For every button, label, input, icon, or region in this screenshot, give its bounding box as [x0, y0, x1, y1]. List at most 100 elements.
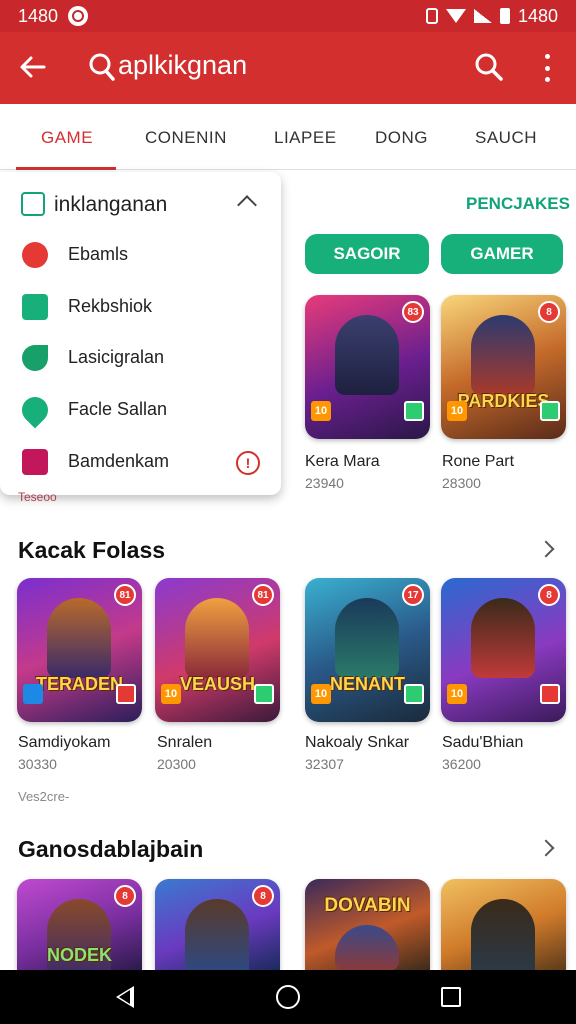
game-level-badge: 10: [311, 684, 331, 704]
game-title[interactable]: Nakoaly Snkar: [305, 734, 409, 752]
game-title[interactable]: Kera Mara: [305, 453, 380, 471]
game-title[interactable]: Sadu'Bhian: [442, 734, 523, 752]
system-nav-bar: [0, 970, 576, 1024]
game-level-badge: 10: [311, 401, 331, 421]
game-character-art: [471, 598, 535, 678]
dropdown-item-label: Bamdenkam: [68, 451, 170, 471]
game-card[interactable]: NODEK 8: [17, 879, 142, 971]
game-card[interactable]: VEAUSH 81 10: [155, 578, 280, 722]
game-corner-badge: 8: [538, 584, 560, 606]
dropdown-item-label: Lasicigralan: [68, 347, 165, 367]
game-subtext: 23940: [305, 475, 344, 491]
game-title[interactable]: Rone Part: [442, 453, 514, 471]
filter-pill-sagoir[interactable]: SAGOIR: [305, 234, 429, 274]
tab-bar: GAME CONENIN LIAPEE DONG SAUCH: [0, 104, 576, 170]
game-character-art: [47, 598, 111, 678]
game-banner-text: DOVABIN: [324, 895, 411, 916]
game-character-art: [185, 899, 249, 971]
game-corner-badge: 8: [114, 885, 136, 907]
game-title[interactable]: Snralen: [157, 734, 212, 752]
game-corner-badge: 83: [402, 301, 424, 323]
vibrate-icon: [425, 8, 438, 24]
battery-icon: [499, 8, 510, 24]
tab-dong[interactable]: DONG: [375, 128, 428, 148]
game-corner-badge: 8: [252, 885, 274, 907]
leaf-icon: [22, 345, 48, 371]
game-card[interactable]: TERADEN 81: [17, 578, 142, 722]
dropdown-item[interactable]: Facle Sallan: [0, 387, 281, 433]
status-bar: 1480 1480: [0, 0, 576, 32]
game-corner-badge: 81: [252, 584, 274, 606]
search-icon: [89, 53, 115, 81]
game-level-badge: 10: [161, 684, 181, 704]
tab-liapee[interactable]: LIAPEE: [274, 128, 337, 148]
game-card[interactable]: 8 10: [441, 578, 566, 722]
dropdown-item[interactable]: Lasicigralan: [0, 335, 281, 381]
tab-game[interactable]: GAME: [41, 128, 93, 148]
game-subtext: 36200: [442, 756, 481, 772]
game-character-art: [471, 315, 535, 395]
game-title[interactable]: Samdiyokam: [18, 734, 110, 752]
location-icon: [16, 391, 54, 429]
dropdown-item[interactable]: Ebamls: [0, 232, 281, 278]
game-card[interactable]: DOVABIN: [305, 879, 430, 971]
game-character-art: [335, 598, 399, 678]
search-query-title[interactable]: aplkikgnan: [118, 50, 247, 81]
see-more-link[interactable]: PENCJAKES: [466, 194, 570, 214]
more-options-icon[interactable]: [538, 54, 556, 82]
ribbon-icon: [22, 449, 48, 475]
game-corner-badge: 81: [114, 584, 136, 606]
search-action-icon[interactable]: [474, 52, 504, 82]
game-card[interactable]: PARDKIES 8 10: [441, 295, 566, 439]
game-subtext: 20300: [157, 756, 196, 772]
installed-check-icon: [404, 401, 424, 421]
game-banner-text: NODEK: [46, 945, 112, 965]
signal-icon: [473, 9, 492, 23]
alert-icon[interactable]: !: [236, 451, 260, 475]
game-corner-badge: 8: [538, 301, 560, 323]
dropdown-item-label: Facle Sallan: [68, 399, 168, 419]
game-character-art: [185, 598, 249, 678]
game-level-badge: 10: [447, 684, 467, 704]
bug-icon: [22, 242, 48, 268]
notification-app-icon: [68, 6, 89, 26]
game-subtext: 28300: [442, 475, 481, 491]
game-card[interactable]: 83 10: [305, 295, 430, 439]
category-chat-icon: [21, 192, 45, 216]
game-card[interactable]: [441, 879, 566, 971]
app-bar: aplkikgnan: [0, 32, 576, 104]
game-level-badge: 10: [447, 401, 467, 421]
game-character-art: [335, 315, 399, 395]
nav-home-icon[interactable]: [276, 985, 300, 1009]
section-footnote: Ves2cre-: [18, 789, 70, 804]
tab-conenin[interactable]: CONENIN: [145, 128, 227, 148]
dropdown-item[interactable]: Bamdenkam !: [0, 439, 281, 485]
game-subtext: 32307: [305, 756, 344, 772]
section-title: Ganosdablajbain: [18, 836, 204, 862]
game-status-icon: [116, 684, 136, 704]
game-corner-badge: 17: [402, 584, 424, 606]
game-status-icon: [540, 684, 560, 704]
installed-check-icon: [254, 684, 274, 704]
game-character-art: [335, 925, 399, 971]
filter-pill-gamer[interactable]: GAMER: [441, 234, 563, 274]
wifi-icon: [445, 9, 466, 23]
dropdown-item-label: Ebamls: [68, 244, 129, 264]
section-title: Kacak Folass: [18, 537, 166, 563]
partially-hidden-text: Teseoo: [18, 490, 57, 504]
status-clock: 1480: [517, 5, 558, 26]
nav-recents-icon[interactable]: [441, 987, 461, 1007]
installed-check-icon: [404, 684, 424, 704]
nav-back-icon[interactable]: [116, 986, 134, 1008]
dropdown-item[interactable]: Rekbshiok: [0, 284, 281, 330]
back-arrow-icon[interactable]: [18, 52, 48, 82]
game-character-art: [471, 899, 535, 971]
chevron-up-icon[interactable]: [237, 195, 257, 215]
game-card[interactable]: 8: [155, 879, 280, 971]
game-card[interactable]: NENANT 17 10: [305, 578, 430, 722]
dropdown-item-label: Rekbshiok: [68, 296, 153, 316]
dropdown-header-label[interactable]: inklanganan: [54, 193, 167, 217]
tab-sauch[interactable]: SAUCH: [475, 128, 537, 148]
installed-check-icon: [540, 401, 560, 421]
status-time: 1480: [18, 5, 59, 26]
